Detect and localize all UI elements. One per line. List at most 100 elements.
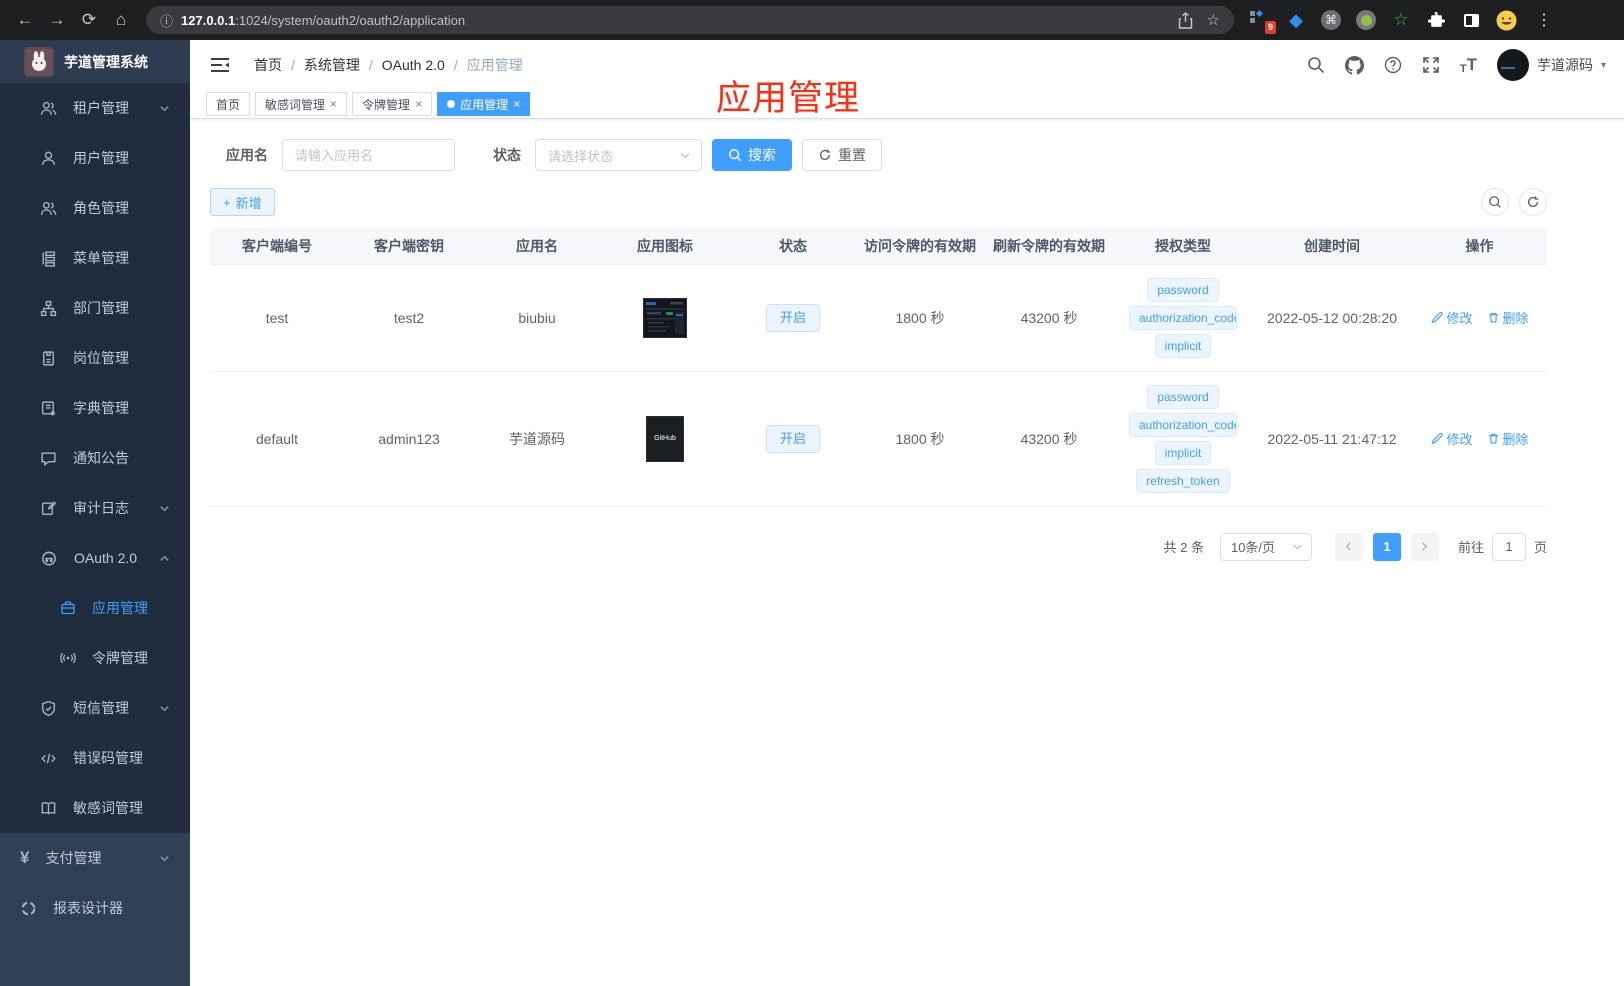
tab-home[interactable]: 首页 — [206, 92, 251, 116]
sidebar-item-tenant[interactable]: 租户管理 — [0, 83, 190, 133]
browser-reload-button[interactable]: ⟳ — [74, 5, 104, 35]
help-icon[interactable] — [1384, 56, 1402, 74]
cell-refresh-token-validity: 43200 秒 — [984, 264, 1114, 372]
delete-button[interactable]: 删除 — [1487, 308, 1529, 327]
sidebar-item-sms[interactable]: 短信管理 — [0, 683, 190, 733]
browser-forward-button[interactable]: → — [42, 5, 72, 35]
prev-page-button[interactable] — [1334, 532, 1363, 561]
reset-button[interactable]: 重置 — [802, 139, 882, 171]
edit-button[interactable]: 修改 — [1430, 308, 1473, 327]
sidebar-item-post[interactable]: 岗位管理 — [0, 333, 190, 383]
user-menu[interactable]: 芋道源码 ▾ — [1496, 49, 1606, 81]
grant-type-tag: implicit — [1154, 440, 1212, 465]
cell-access-token-validity: 1800 秒 — [856, 371, 984, 507]
show-search-toggle-button[interactable] — [1481, 188, 1509, 216]
extension-star-icon[interactable]: ☆ — [1390, 9, 1412, 31]
col-grant-types: 授权类型 — [1114, 228, 1252, 265]
col-client-id: 客户端编号 — [210, 228, 344, 265]
cell-client-id: default — [210, 371, 344, 507]
sidebar-item-audit-log[interactable]: 审计日志 — [0, 483, 190, 533]
breadcrumb-oauth[interactable]: OAuth 2.0 — [382, 57, 445, 73]
share-icon[interactable] — [1178, 11, 1193, 29]
browser-menu-icon[interactable]: ⋮ — [1536, 10, 1552, 30]
address-bar[interactable]: ⓘ 127.0.0.1:1024/system/oauth2/oauth2/ap… — [146, 6, 1234, 34]
browser-back-button[interactable]: ← — [10, 5, 40, 35]
close-icon[interactable]: × — [513, 97, 520, 111]
app-name-input[interactable] — [282, 139, 455, 171]
sidebar-item-notice[interactable]: 通知公告 — [0, 433, 190, 483]
page-size-select[interactable]: 10条/页 — [1219, 532, 1312, 561]
sidebar-item-menu[interactable]: 菜单管理 — [0, 233, 190, 283]
fullscreen-icon[interactable] — [1422, 56, 1440, 74]
sidebar-item-pay[interactable]: ¥ 支付管理 — [0, 833, 190, 883]
close-icon[interactable]: × — [330, 97, 337, 111]
sidebar-item-user[interactable]: 用户管理 — [0, 133, 190, 183]
chevron-left-icon — [1346, 542, 1352, 551]
add-button[interactable]: + 新增 — [210, 188, 275, 216]
refresh-table-button[interactable] — [1519, 188, 1547, 216]
extension-grid-icon[interactable]: 9 — [1250, 9, 1276, 34]
extension-command-icon[interactable]: ⌘ — [1321, 10, 1341, 30]
extension-gem-icon[interactable]: ◆ — [1285, 9, 1307, 31]
extension-record-icon[interactable] — [1356, 10, 1376, 30]
page-number-button[interactable]: 1 — [1372, 532, 1401, 561]
breadcrumb-system[interactable]: 系统管理 — [304, 55, 360, 75]
tab-application[interactable]: 应用管理 × — [437, 92, 531, 116]
sidebar-item-sensitive-word[interactable]: 敏感词管理 — [0, 783, 190, 833]
sidebar-item-oauth[interactable]: OAuth 2.0 — [0, 533, 190, 583]
sidebar-item-report-designer[interactable]: 报表设计器 — [0, 883, 190, 933]
segmented-circle-icon — [21, 901, 36, 915]
edit-button[interactable]: 修改 — [1430, 429, 1473, 448]
col-app-icon: 应用图标 — [600, 228, 730, 265]
status-badge[interactable]: 开启 — [765, 303, 820, 332]
sidebar-item-dept[interactable]: 部门管理 — [0, 283, 190, 333]
table-row: default admin123 芋道源码 GitHub 开启 1800 秒 4… — [210, 371, 1547, 507]
sidebar: 芋道管理系统 租户管理 用户管理 角色管理 菜单管理 部门管理 岗位管理 字典管… — [0, 40, 190, 986]
sidebar-toggle-button[interactable] — [204, 50, 236, 80]
cell-client-secret: admin123 — [344, 371, 474, 507]
search-button[interactable]: 搜索 — [712, 139, 792, 171]
grant-type-tags: password authorization_code implicit — [1114, 277, 1252, 358]
home-icon: ⌂ — [115, 10, 127, 29]
menu-tree-icon — [42, 250, 56, 267]
tab-token[interactable]: 令牌管理 × — [352, 92, 433, 116]
side-panel-icon[interactable] — [1460, 9, 1482, 31]
sidebar-item-oauth-application[interactable]: 应用管理 — [0, 583, 190, 633]
cell-app-name: 芋道源码 — [474, 371, 600, 507]
sidebar-item-oauth-token[interactable]: 令牌管理 — [0, 633, 190, 683]
extension-badge: 9 — [1264, 21, 1276, 34]
status-badge[interactable]: 开启 — [765, 424, 820, 453]
breadcrumb-home[interactable]: 首页 — [254, 55, 282, 75]
profile-avatar-icon[interactable] — [1495, 9, 1517, 31]
info-icon[interactable]: ⓘ — [160, 11, 173, 30]
delete-button[interactable]: 删除 — [1487, 429, 1529, 448]
next-page-button[interactable] — [1410, 532, 1439, 561]
sidebar-logo[interactable]: 芋道管理系统 — [0, 40, 190, 83]
tab-sensitive-word[interactable]: 敏感词管理 × — [255, 92, 348, 116]
search-icon[interactable] — [1307, 56, 1325, 74]
grant-type-tag: refresh_token — [1136, 468, 1230, 493]
col-client-secret: 客户端密钥 — [344, 228, 474, 265]
grant-type-tag: authorization_code — [1129, 305, 1237, 330]
github-icon[interactable] — [1344, 55, 1364, 75]
font-size-icon[interactable]: TT — [1460, 55, 1477, 75]
sidebar-item-role[interactable]: 角色管理 — [0, 183, 190, 233]
annotation-title: 应用管理 — [716, 79, 861, 118]
main-area: 应用管理 首页 / 系统管理 / OAuth 2.0 / 应用管理 TT 芋道源… — [190, 40, 1624, 986]
goto-page-input[interactable] — [1491, 532, 1526, 561]
cell-create-time: 2022-05-12 00:28:20 — [1252, 264, 1412, 372]
grant-type-tags: password authorization_code implicit ref… — [1114, 384, 1252, 493]
chevron-down-icon — [160, 105, 169, 111]
app-name-label: 应用名 — [226, 147, 268, 163]
grant-type-tag: authorization_code — [1129, 412, 1237, 437]
cell-app-name: biubiu — [474, 264, 600, 372]
extension-puzzle-icon[interactable] — [1425, 9, 1447, 31]
browser-home-button[interactable]: ⌂ — [106, 5, 136, 35]
cell-refresh-token-validity: 43200 秒 — [984, 371, 1114, 507]
close-icon[interactable]: × — [415, 97, 422, 111]
bookmark-star-icon[interactable]: ☆ — [1207, 11, 1220, 29]
sidebar-item-dict[interactable]: 字典管理 — [0, 383, 190, 433]
sidebar-item-errcode[interactable]: 错误码管理 — [0, 733, 190, 783]
status-select[interactable]: 请选择状态 — [535, 139, 702, 171]
breadcrumb-current: 应用管理 — [466, 57, 523, 73]
